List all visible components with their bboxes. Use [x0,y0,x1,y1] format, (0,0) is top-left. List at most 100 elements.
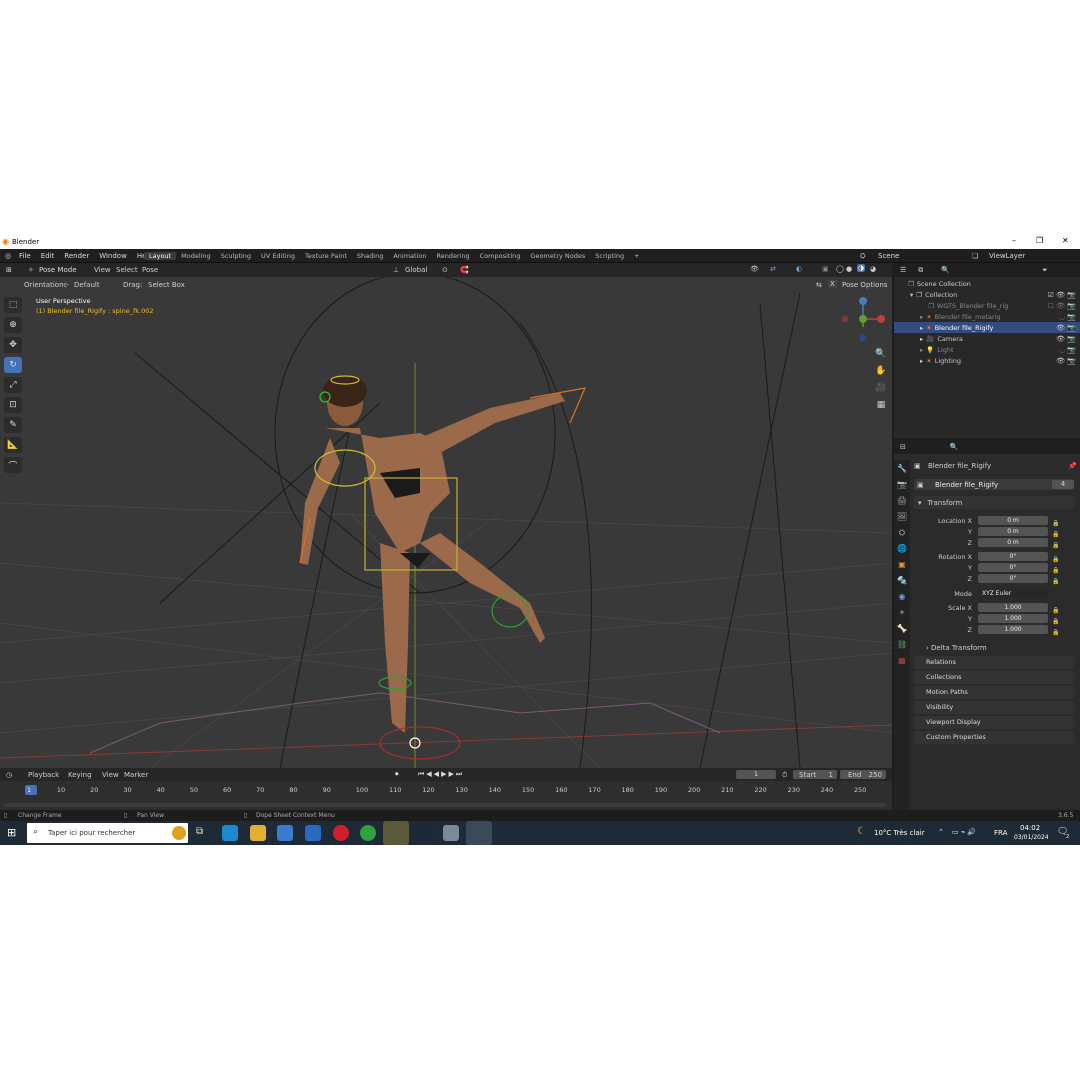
wireframe-shading-icon[interactable]: ◯ [836,265,844,273]
tray-chevron-icon[interactable]: ⌃ [938,828,944,836]
playback-menu[interactable]: Playback [28,771,59,779]
minimize-button[interactable]: – [1012,236,1016,245]
scene-icon[interactable]: ⛭ [860,252,866,261]
mode-selector[interactable]: Pose Mode [39,266,77,274]
add-workspace-button[interactable]: + [629,252,644,260]
maximize-button[interactable]: ❐ [1036,236,1043,245]
lock-icon[interactable]: 🔒 🔒 🔒 [1052,605,1059,638]
menu-select[interactable]: Select [116,266,138,274]
visibility-icon[interactable]: 👁 📷 [1056,357,1076,365]
visibility-icon[interactable]: ☐ 👁 📷 [1048,302,1076,310]
transform-tool-icon[interactable]: ⊡ [4,397,22,413]
store-icon[interactable] [277,825,293,841]
modifier-tab-icon[interactable]: 🔩 [896,576,908,588]
tab-scripting[interactable]: Scripting [590,252,629,260]
start-frame-field[interactable]: Start 1 [793,770,837,779]
texture-tab-icon[interactable]: ▦ [896,656,908,668]
clock-date[interactable]: 03/01/2024 [1014,834,1049,841]
visibility-icon[interactable]: ◡ 📷 [1059,346,1076,354]
visibility-panel[interactable]: Visibility [914,701,1074,714]
viewport-display-panel[interactable]: Viewport Display [914,716,1074,729]
bone-tab-icon[interactable]: 🦴 [896,624,908,636]
outliner-row-wgts[interactable]: ❐ WGTS_Blender file_rig ☐ 👁 📷 [894,300,1080,311]
relations-panel[interactable]: Relations [914,656,1074,669]
task-view-icon[interactable]: ⧉ [196,826,203,837]
world-tab-icon[interactable]: 🌐 [896,544,908,556]
scene-tab-icon[interactable]: ⛭ [896,528,908,540]
display-mode-icon[interactable]: ⧉ [918,266,923,275]
timeline-editor-icon[interactable]: ◷ [6,771,12,779]
drag-selector[interactable]: Select Box [148,281,185,289]
search-icon[interactable]: 🔍 [950,443,959,451]
material-shading-icon[interactable]: ◑ [857,264,866,272]
timeline-scrollbar[interactable] [4,803,886,807]
snap-icon[interactable]: 🧲 [460,266,469,274]
weather-text[interactable]: 10°C Très clair [874,829,925,837]
orientation-selector[interactable]: Default [74,281,100,289]
users-count[interactable]: 4 [1052,480,1074,489]
select-box-tool-icon[interactable]: ⬚ [4,297,22,313]
menu-pose[interactable]: Pose [142,266,158,274]
menu-render[interactable]: Render [59,252,94,260]
lock-icon[interactable]: 🔒 🔒 🔒 [1052,518,1059,551]
menu-view[interactable]: View [94,266,111,274]
pivot-icon[interactable]: ⊙ [442,266,448,274]
lock-icon[interactable]: 🔒 🔒 🔒 [1052,554,1059,587]
windows-start-icon[interactable]: ⊞ [7,826,16,839]
outliner-row-scene-collection[interactable]: ❐ Scene Collection [894,278,1080,289]
rotate-tool-icon[interactable]: ↻ [4,357,22,373]
data-tab-icon[interactable]: ✶ [896,608,908,620]
outliner-row-collection[interactable]: ▾ ❐ Collection ☑ 👁 📷 [894,289,1080,300]
tab-sculpting[interactable]: Sculpting [216,252,256,260]
cursor-tool-icon[interactable]: ⊕ [4,317,22,333]
blender-taskbar-icon[interactable] [466,821,492,845]
weather-icon[interactable]: ☾ [857,826,866,837]
opera-icon[interactable] [333,825,349,841]
move-tool-icon[interactable]: ✥ [4,337,22,353]
tab-animation[interactable]: Animation [388,252,431,260]
outliner-row-light[interactable]: ▸ 💡 Light ◡ 📷 [894,344,1080,355]
location-z-field[interactable]: 0 m [978,538,1048,547]
transform-panel-header[interactable]: ▾ Transform [914,496,1074,509]
outliner-row-metarig[interactable]: ▸ ✶ Blender file_metarig ◡ 📷 [894,311,1080,322]
transform-orientation[interactable]: Global [405,266,427,274]
rotation-y-field[interactable]: 0° [978,563,1048,572]
rotation-mode-dropdown[interactable]: XYZ Euler [978,589,1048,598]
outliner-row-rigify[interactable]: ▸ ✶ Blender file_Rigify 👁 📷 [894,322,1080,333]
keying-menu[interactable]: Keying [68,771,92,779]
menu-edit[interactable]: Edit [36,252,60,260]
viewlayer-icon[interactable]: ❏ [972,252,978,260]
outliner-row-lighting[interactable]: ▸ ✶ Lighting 👁 📷 [894,355,1080,366]
x-mirror-toggle[interactable]: X [828,280,837,288]
chrome-icon[interactable] [360,825,376,841]
visibility-icon[interactable]: ◡ 📷 [1059,313,1076,321]
visibility-icon[interactable]: 👁 📷 [1056,335,1076,343]
gizmo-icon[interactable]: ⇄ [770,265,776,273]
measure-tool-icon[interactable]: 📐 [4,437,22,453]
properties-editor-icon[interactable]: ⊟ [900,443,906,451]
pose-mirror-icon[interactable]: ⇆ [816,281,822,289]
camera-view-icon[interactable]: 🎥 [874,383,888,397]
pin-icon[interactable]: 📌 [1068,462,1077,470]
scale-y-field[interactable]: 1.000 [978,614,1048,623]
app-icon[interactable] [443,825,459,841]
tray-icons[interactable]: ▭ ⌁ 🔊 [952,828,976,836]
close-button[interactable]: ✕ [1062,236,1069,245]
end-frame-field[interactable]: End 250 [840,770,886,779]
rotation-z-field[interactable]: 0° [978,574,1048,583]
physics-tab-icon[interactable]: ◉ [896,592,908,604]
view-layer-tab-icon[interactable]: 🖼 [896,512,908,524]
tab-geometry-nodes[interactable]: Geometry Nodes [525,252,590,260]
scale-x-field[interactable]: 1.000 [978,603,1048,612]
record-icon[interactable]: ⏺ [395,770,399,779]
visibility-icon[interactable]: ☑ 👁 📷 [1048,291,1076,299]
zoom-icon[interactable]: 🔍 [874,349,888,363]
ortho-toggle-icon[interactable]: ▦ [874,400,888,414]
object-name-field[interactable]: ▣ Blender file_Rigify 4 [914,479,1074,490]
visibility-icon[interactable]: 👁 📷 [1056,324,1076,332]
current-frame-field[interactable]: 1 [736,770,776,779]
editor-type-icon[interactable]: ⊞ [6,266,12,274]
language-indicator[interactable]: FRA [994,829,1007,837]
tab-compositing[interactable]: Compositing [475,252,526,260]
tab-modeling[interactable]: Modeling [176,252,216,260]
